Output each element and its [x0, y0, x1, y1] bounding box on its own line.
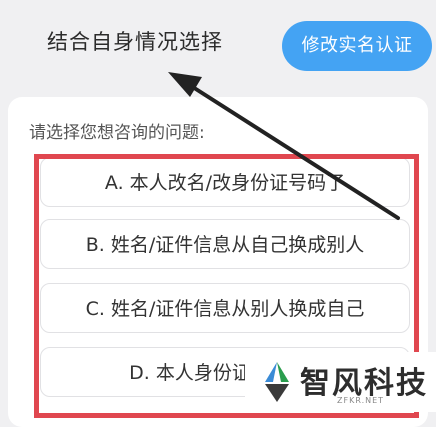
option-a-button[interactable]: A. 本人改名/改身份证号码了: [40, 157, 410, 207]
modify-real-name-verification-button[interactable]: 修改实名认证: [282, 21, 432, 71]
option-b-button[interactable]: B. 姓名/证件信息从自己换成别人: [40, 219, 410, 269]
watermark-subtext: ZFKR.NET: [337, 396, 385, 405]
header-bar: 结合自身情况选择 修改实名认证: [0, 0, 436, 95]
zhifeng-logo-icon: [265, 362, 289, 402]
watermark: 智风科技 ZFKR.NET: [245, 352, 436, 412]
page-title: 结合自身情况选择: [47, 30, 223, 54]
question-prompt: 请选择您想咨询的问题:: [29, 123, 205, 143]
option-c-button[interactable]: C. 姓名/证件信息从别人换成自己: [40, 283, 410, 333]
